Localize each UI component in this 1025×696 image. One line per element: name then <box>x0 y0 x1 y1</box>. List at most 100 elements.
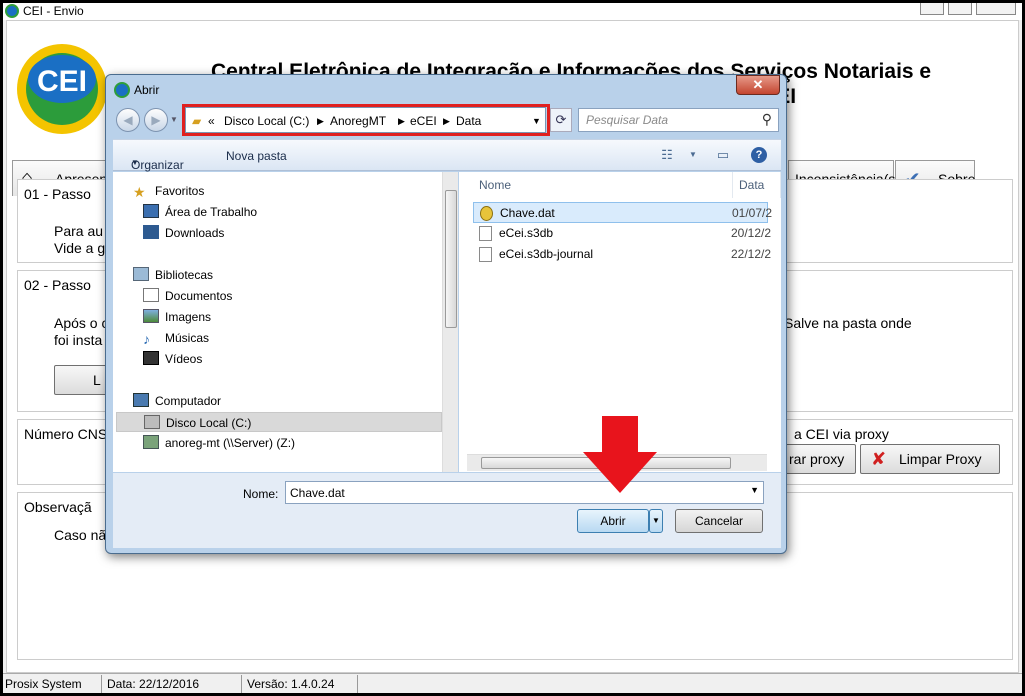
address-highlight-box <box>182 104 550 136</box>
nav-label: Downloads <box>165 226 225 240</box>
file-name: eCei.s3db <box>499 226 554 240</box>
history-dropdown-icon[interactable]: ▼ <box>170 115 178 124</box>
app-icon <box>5 4 19 18</box>
red-down-arrow-icon <box>583 416 657 493</box>
proxy-label: a CEI via proxy <box>794 426 889 442</box>
status-date: Data: 22/12/2016 <box>107 677 200 691</box>
open-button[interactable]: Abrir <box>577 509 649 533</box>
divider <box>241 675 242 693</box>
desktop-icon <box>143 204 159 218</box>
downloads-icon <box>143 225 159 239</box>
status-company: Prosix System <box>5 677 82 691</box>
panel-title: 01 - Passo <box>24 186 91 202</box>
file-date: 22/12/2 <box>731 247 772 261</box>
view-options-icon[interactable]: ☷ <box>659 147 675 163</box>
cancel-button[interactable]: Cancelar <box>675 509 763 533</box>
clear-icon: ✘ <box>871 449 887 469</box>
nav-item-network-drive[interactable]: anoreg-mt (\\Server) (Z:) <box>143 433 295 453</box>
nav-item-imagens[interactable]: Imagens <box>143 307 211 327</box>
nav-item-musicas[interactable]: ♪ Músicas <box>143 328 209 348</box>
forward-button[interactable]: ▶ <box>144 108 168 132</box>
divider <box>357 675 358 693</box>
panel-title: Número CNS <box>24 426 108 442</box>
network-drive-icon <box>143 435 159 449</box>
text-line: Para au <box>54 223 104 239</box>
preview-pane-icon[interactable]: ▭ <box>715 147 731 163</box>
column-header-name[interactable]: Nome <box>473 172 733 198</box>
panel-text: Para au Vide a g <box>54 223 105 257</box>
text-line: foi insta <box>54 332 103 348</box>
filename-bar: Nome: Chave.dat ▼ Abrir ▼ Cancelar <box>113 473 781 548</box>
star-icon: ★ <box>133 184 146 200</box>
nav-item-documentos[interactable]: Documentos <box>143 286 232 306</box>
text-line: Vide a g <box>54 240 106 256</box>
nav-label: Vídeos <box>165 352 203 366</box>
nav-item-disco-local[interactable]: Disco Local (C:) <box>116 412 442 432</box>
button-label: Limpar Proxy <box>899 451 982 467</box>
chevron-down-icon[interactable]: ▼ <box>685 150 701 166</box>
filename-input[interactable]: Chave.dat ▼ <box>285 481 764 504</box>
cei-logo: CEI <box>17 44 107 134</box>
nav-item-downloads[interactable]: Downloads <box>143 223 224 243</box>
column-header-date[interactable]: Data de <box>733 172 781 218</box>
dialog-title: Abrir <box>134 83 160 97</box>
video-icon <box>143 351 159 365</box>
status-bar: Prosix System Data: 22/12/2016 Versão: 1… <box>3 673 1022 693</box>
dialog-toolbar: Organizar ▼ Nova pasta ☷ ▼ ▭ ? <box>113 139 781 172</box>
nav-label: anoreg-mt (\\Server) (Z:) <box>165 436 296 450</box>
nav-item-favoritos[interactable]: ★ Favoritos <box>133 181 204 201</box>
nav-label: Disco Local (C:) <box>166 416 252 430</box>
file-row-ecei-journal[interactable]: eCei.s3db-journal 22/12/2 <box>473 244 772 265</box>
file-name: eCei.s3db-journal <box>499 247 594 261</box>
close-button[interactable] <box>976 3 1016 15</box>
search-placeholder: Pesquisar Data <box>586 113 669 127</box>
nav-item-computador[interactable]: Computador <box>133 391 221 411</box>
nav-item-area-trabalho[interactable]: Área de Trabalho <box>143 202 257 222</box>
dialog-app-icon <box>114 82 130 98</box>
key-file-icon <box>480 206 493 221</box>
back-button[interactable]: ◀ <box>116 108 140 132</box>
minimize-button[interactable] <box>920 3 944 15</box>
refresh-icon[interactable]: ⟳ <box>550 108 572 132</box>
logo-text: CEI <box>37 65 87 98</box>
search-icon[interactable]: ⚲ <box>762 111 772 128</box>
clear-proxy-button[interactable]: ✘ Limpar Proxy <box>860 444 1000 474</box>
help-icon[interactable]: ? <box>751 147 767 163</box>
file-date: 20/12/2 <box>731 226 772 240</box>
documents-icon <box>143 288 159 302</box>
drive-icon <box>144 415 160 429</box>
open-dropdown-button[interactable]: ▼ <box>649 509 663 533</box>
computer-icon <box>133 393 149 407</box>
button-label: Cancelar <box>694 514 744 528</box>
open-file-dialog: Abrir ✕ ◀ ▶ ▼ ▰ « Disco Local (C:) ▶ Ano… <box>105 74 787 554</box>
button-label: Abrir <box>600 514 626 528</box>
file-row-ecei-s3db[interactable]: eCei.s3db 20/12/2 <box>473 223 772 244</box>
chevron-down-icon: ▼ <box>131 158 139 167</box>
nav-label: Imagens <box>165 310 212 324</box>
pictures-icon <box>143 309 159 323</box>
file-name: Chave.dat <box>500 206 555 220</box>
nav-item-bibliotecas[interactable]: Bibliotecas <box>133 265 213 285</box>
nav-item-videos[interactable]: Vídeos <box>143 349 202 369</box>
title-bar: CEI - Envio <box>3 3 1022 20</box>
chevron-down-icon[interactable]: ▼ <box>750 485 759 495</box>
library-icon <box>133 267 149 281</box>
maximize-button[interactable] <box>948 3 972 15</box>
navigation-pane: ★ Favoritos Área de Trabalho Downloads Bi… <box>113 172 458 472</box>
new-folder-button[interactable]: Nova pasta <box>226 149 287 163</box>
scroll-thumb[interactable] <box>445 190 457 328</box>
nav-scrollbar[interactable] <box>442 172 458 472</box>
file-icon <box>479 226 492 241</box>
text-line: Após o c <box>54 315 109 331</box>
dialog-close-button[interactable]: ✕ <box>736 75 780 95</box>
file-icon <box>479 247 492 262</box>
search-input[interactable]: Pesquisar Data ⚲ <box>578 108 779 132</box>
nav-label: Bibliotecas <box>155 268 214 282</box>
window-title: CEI - Envio <box>23 4 84 18</box>
filename-label: Nome: <box>243 487 279 501</box>
button-label: L <box>93 372 101 388</box>
file-row-chave[interactable]: Chave.dat 01/07/2 <box>473 202 772 223</box>
panel-title: 02 - Passo <box>24 277 91 293</box>
nav-label: Área de Trabalho <box>165 205 258 219</box>
config-proxy-button[interactable]: rar proxy <box>778 444 856 474</box>
